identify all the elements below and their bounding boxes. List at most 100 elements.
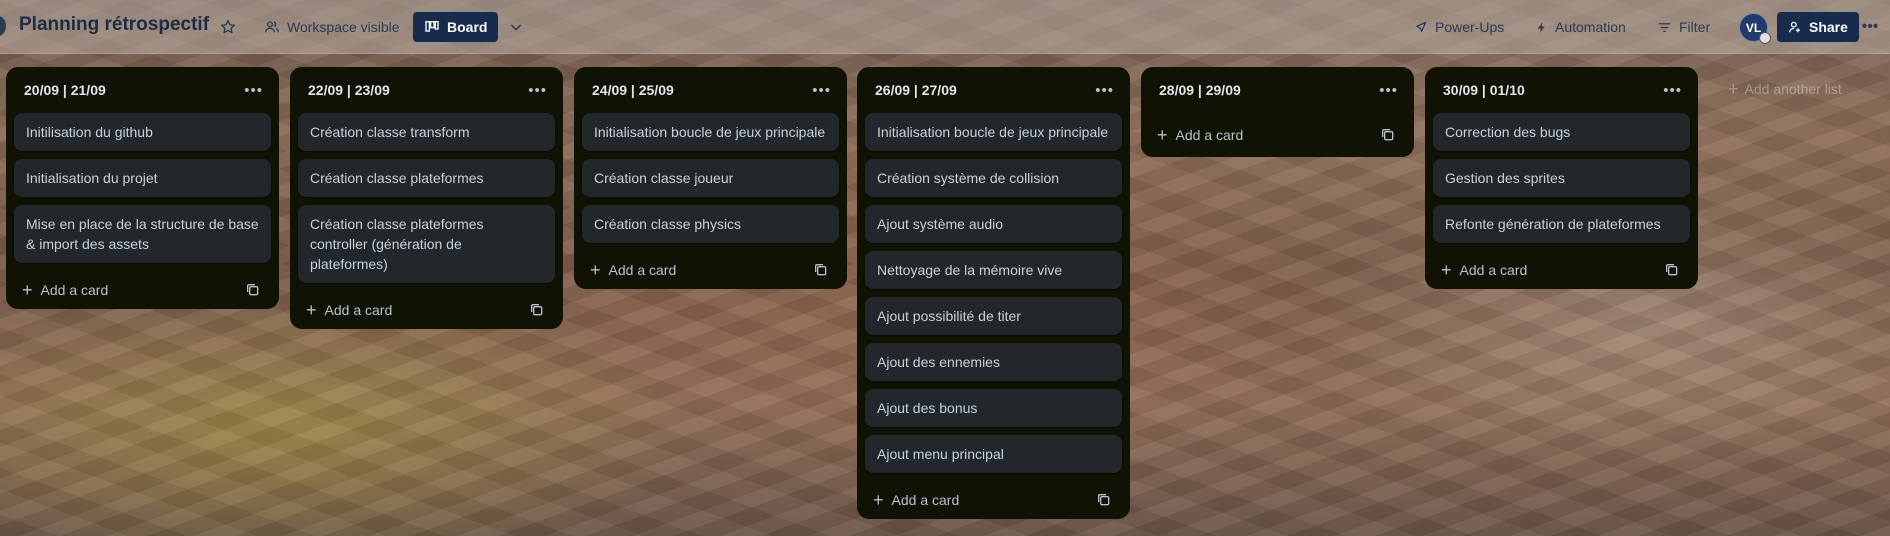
plus-icon: + (590, 260, 601, 280)
add-card-button[interactable]: + Add a card (1157, 126, 1243, 144)
list: 24/09 | 25/09 ••• Initialisation boucle … (574, 67, 847, 289)
template-icon[interactable] (529, 302, 545, 318)
more-icon[interactable]: ••• (812, 82, 831, 99)
visibility-button[interactable]: Workspace visible (258, 12, 406, 42)
card[interactable]: Création classe plateformes (298, 159, 555, 197)
plus-icon: + (873, 490, 884, 510)
list-title[interactable]: 30/09 | 01/10 (1443, 82, 1525, 98)
add-card-label: Add a card (1459, 262, 1528, 278)
card[interactable]: Initialisation boucle de jeux principale (582, 113, 839, 151)
admin-badge-icon (1759, 32, 1771, 44)
template-icon[interactable] (1380, 127, 1396, 143)
more-icon[interactable]: ••• (1663, 82, 1682, 99)
board-header: Planning rétrospectif Workspace visible … (0, 0, 1890, 54)
more-icon: ••• (1861, 18, 1879, 35)
list: 22/09 | 23/09 ••• Création classe transf… (290, 67, 563, 329)
rocket-icon (1416, 21, 1427, 32)
card[interactable]: Ajout système audio (865, 205, 1122, 243)
board-view-button[interactable]: Board (413, 12, 499, 42)
list-title[interactable]: 26/09 | 27/09 (875, 82, 957, 98)
card[interactable]: Ajout des bonus (865, 389, 1122, 427)
card[interactable]: Ajout des ennemies (865, 343, 1122, 381)
list: 28/09 | 29/09 ••• + Add a card (1141, 67, 1414, 157)
card[interactable]: Gestion des sprites (1433, 159, 1690, 197)
filter-icon (1658, 22, 1671, 32)
card[interactable]: Création classe joueur (582, 159, 839, 197)
star-button[interactable] (216, 12, 240, 42)
list-header[interactable]: 24/09 | 25/09 ••• (582, 67, 839, 113)
more-icon[interactable]: ••• (1379, 82, 1398, 99)
add-card-label: Add a card (891, 492, 960, 508)
card[interactable]: Ajout possibilité de titer (865, 297, 1122, 335)
workspace-avatar[interactable] (0, 16, 6, 36)
add-card-label: Add a card (608, 262, 677, 278)
list: 26/09 | 27/09 ••• Initialisation boucle … (857, 67, 1130, 519)
plus-icon: + (1728, 79, 1739, 99)
card[interactable]: Ajout menu principal (865, 435, 1122, 473)
add-list-label: Add another list (1744, 81, 1842, 97)
list-footer: + Add a card (14, 271, 271, 309)
avatar-initials: VL (1745, 20, 1762, 35)
automation-button[interactable]: Automation (1535, 12, 1626, 42)
card[interactable]: Correction des bugs (1433, 113, 1690, 151)
list-header[interactable]: 28/09 | 29/09 ••• (1149, 67, 1406, 113)
card[interactable]: Nettoyage de la mémoire vive (865, 251, 1122, 289)
card[interactable]: Création classe physics (582, 205, 839, 243)
card[interactable]: Initialisation du projet (14, 159, 271, 197)
list-header[interactable]: 22/09 | 23/09 ••• (298, 67, 555, 113)
card[interactable]: Initialisation boucle de jeux principale (865, 113, 1122, 151)
lightning-icon (1537, 21, 1545, 33)
more-icon[interactable]: ••• (1095, 82, 1114, 99)
card[interactable]: Création classe plateformes controller (… (298, 205, 555, 283)
add-card-button[interactable]: + Add a card (1441, 261, 1527, 279)
add-list-button[interactable]: + Add another list (1728, 80, 1842, 98)
list-title[interactable]: 28/09 | 29/09 (1159, 82, 1241, 98)
more-icon[interactable]: ••• (244, 82, 263, 99)
template-icon[interactable] (1664, 262, 1680, 278)
board-menu-button[interactable]: ••• (1857, 12, 1883, 42)
visibility-label: Workspace visible (287, 19, 400, 35)
plus-icon: + (1441, 260, 1452, 280)
card[interactable]: Création système de collision (865, 159, 1122, 197)
avatar[interactable]: VL (1739, 13, 1771, 44)
list-footer: + Add a card (1149, 113, 1406, 157)
add-card-button[interactable]: + Add a card (873, 491, 959, 509)
card[interactable]: Mise en place de la structure de base & … (14, 205, 271, 263)
card[interactable]: Refonte génération de plateformes (1433, 205, 1690, 243)
share-button[interactable]: Share (1777, 12, 1859, 42)
add-card-button[interactable]: + Add a card (306, 301, 392, 319)
list-title[interactable]: 20/09 | 21/09 (24, 82, 106, 98)
list-title[interactable]: 22/09 | 23/09 (308, 82, 390, 98)
automation-label: Automation (1555, 19, 1626, 35)
list-footer: + Add a card (298, 291, 555, 329)
template-icon[interactable] (245, 282, 261, 298)
template-icon[interactable] (813, 262, 829, 278)
template-icon[interactable] (1096, 492, 1112, 508)
share-label: Share (1809, 19, 1848, 35)
add-card-label: Add a card (1175, 127, 1244, 143)
add-card-button[interactable]: + Add a card (22, 281, 108, 299)
plus-icon: + (1157, 125, 1168, 145)
card[interactable]: Création classe transform (298, 113, 555, 151)
star-icon (221, 20, 235, 34)
card[interactable]: Initilisation du github (14, 113, 271, 151)
powerups-button[interactable]: Power-Ups (1413, 12, 1504, 42)
list-header[interactable]: 30/09 | 01/10 ••• (1433, 67, 1690, 113)
filter-label: Filter (1679, 19, 1711, 35)
list-header[interactable]: 26/09 | 27/09 ••• (865, 67, 1122, 113)
board-icon (425, 20, 439, 32)
more-icon[interactable]: ••• (528, 82, 547, 99)
add-card-label: Add a card (324, 302, 393, 318)
board-title[interactable]: Planning rétrospectif (19, 14, 209, 36)
chevron-down-icon (510, 24, 522, 31)
plus-icon: + (306, 300, 317, 320)
filter-button[interactable]: Filter (1657, 12, 1710, 42)
view-switcher-button[interactable] (504, 12, 528, 42)
powerups-label: Power-Ups (1435, 19, 1505, 35)
list-title[interactable]: 24/09 | 25/09 (592, 82, 674, 98)
list-header[interactable]: 20/09 | 21/09 ••• (14, 67, 271, 113)
list-footer: + Add a card (1433, 251, 1690, 289)
plus-icon: + (22, 280, 33, 300)
add-card-button[interactable]: + Add a card (590, 261, 676, 279)
list-footer: + Add a card (582, 251, 839, 289)
